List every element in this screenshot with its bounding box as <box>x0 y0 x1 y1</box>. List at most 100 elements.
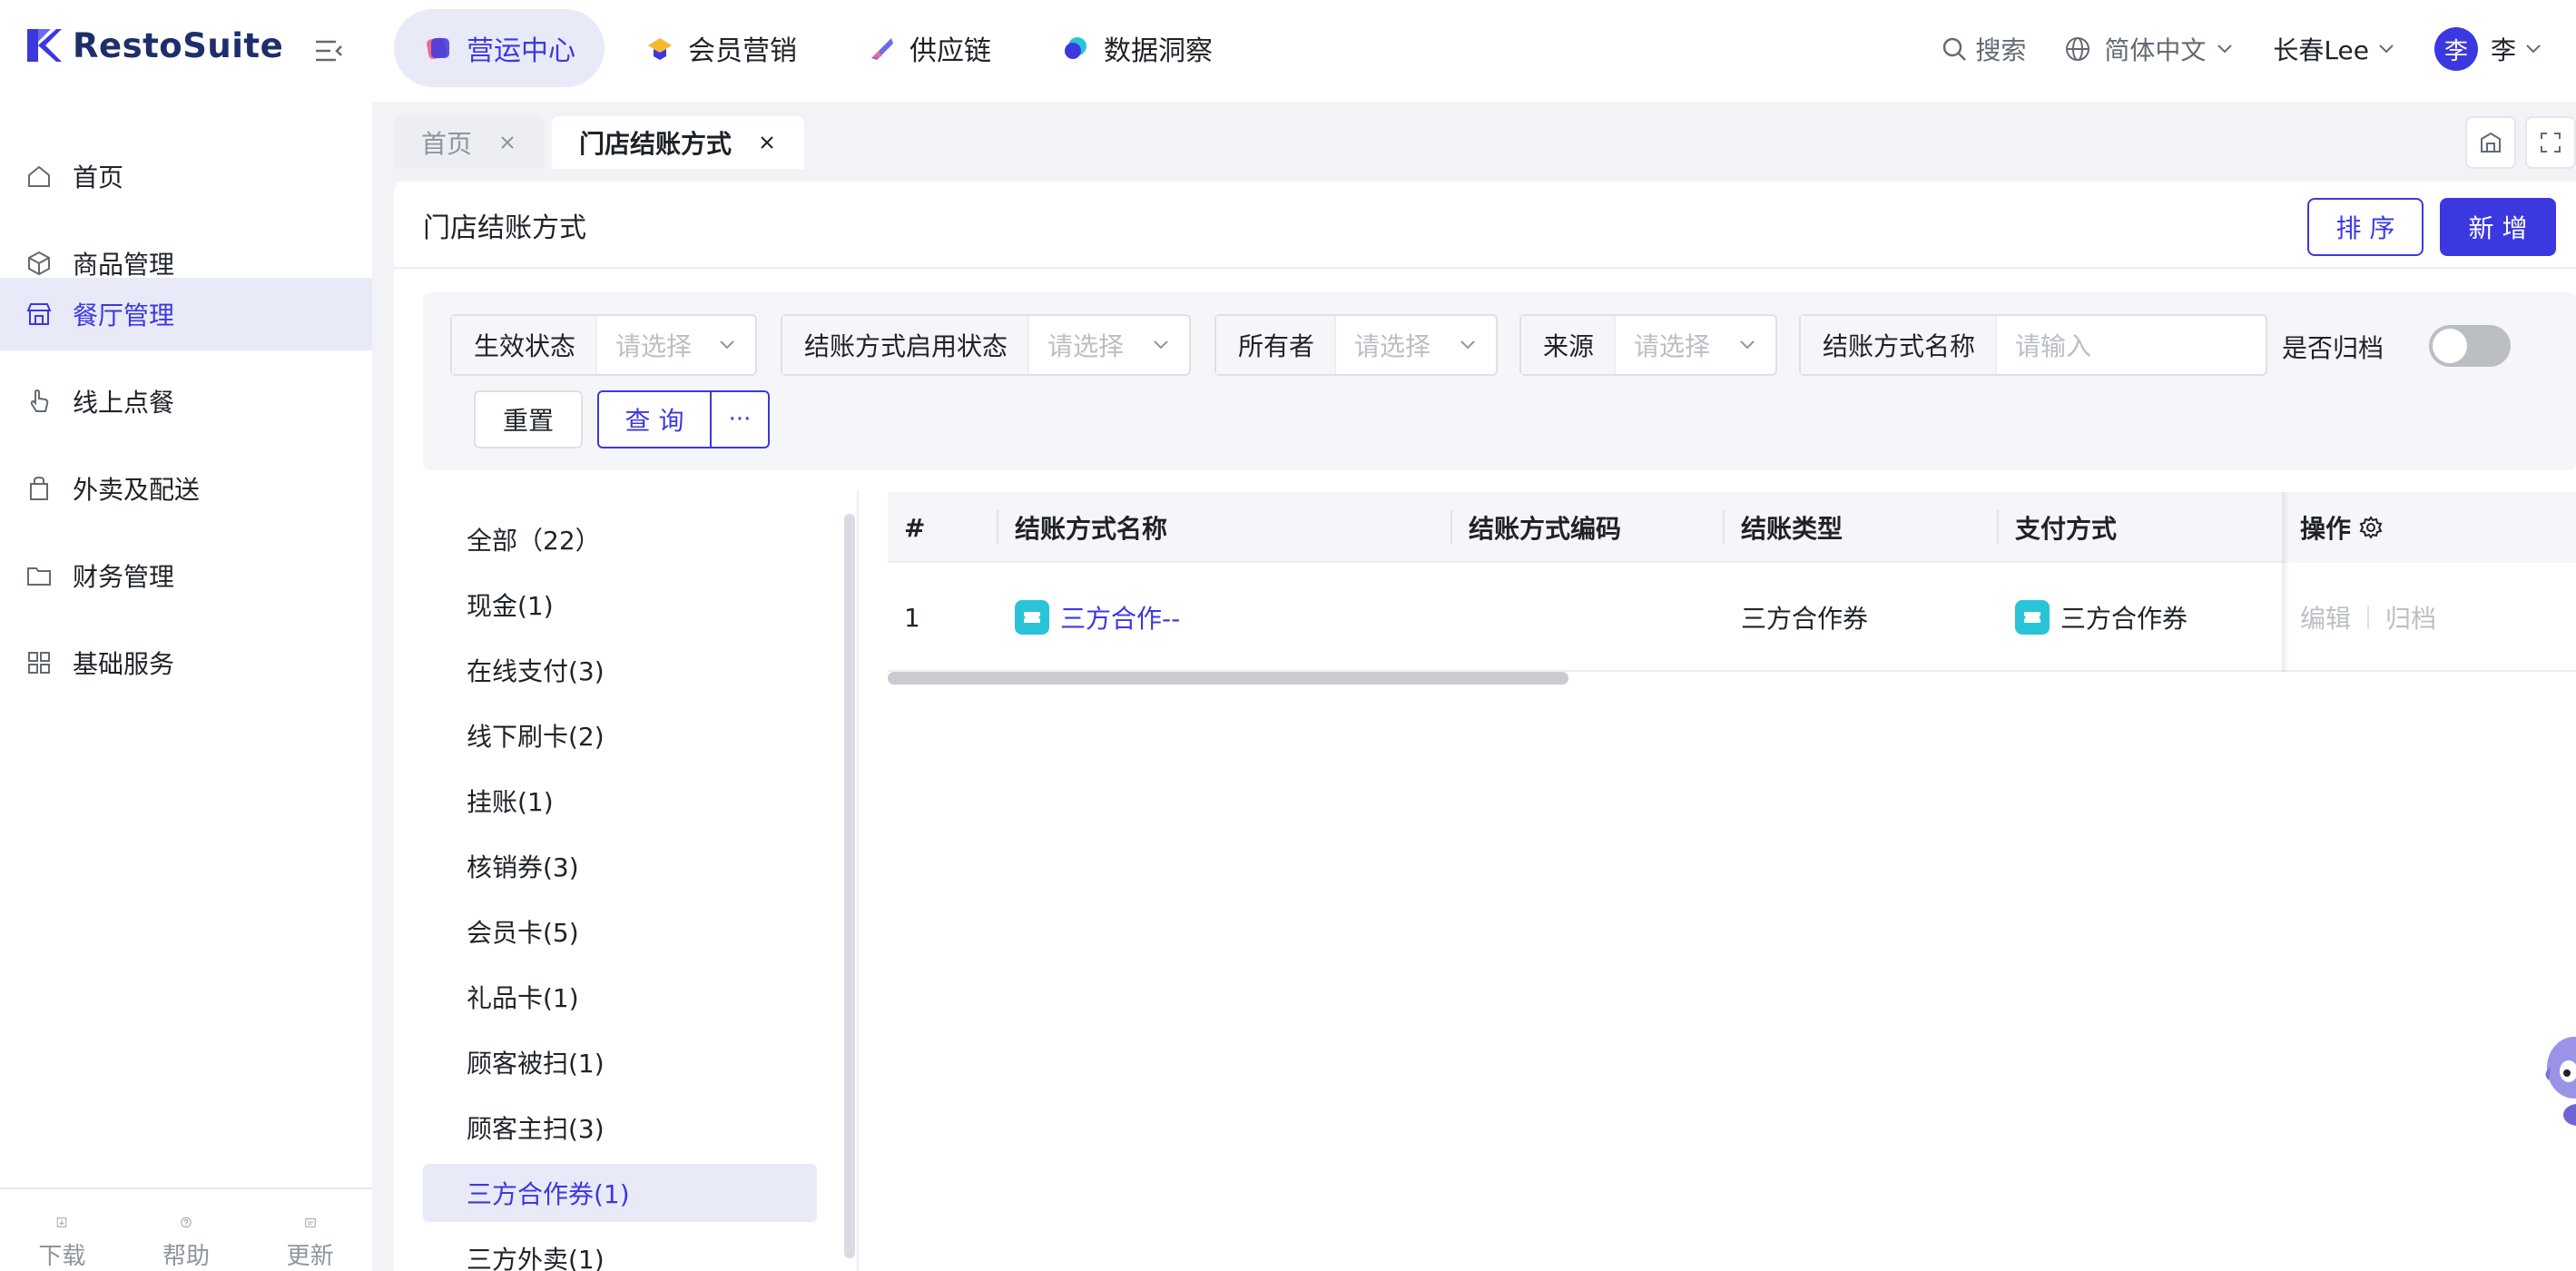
enable-status-filter-label: 结账方式启用状态 <box>782 316 1030 374</box>
split-divider <box>857 490 859 1271</box>
module-tab-member-marketing[interactable]: 会员营销 <box>615 9 826 87</box>
sidebar-item-label: 餐厅管理 <box>73 301 175 330</box>
table-header: # 结账方式名称 结账方式编码 结账类型 支付方式 操作 <box>888 492 2576 563</box>
edit-action[interactable]: 编辑 <box>2300 599 2351 636</box>
store-selector[interactable]: 长春Lee <box>2273 31 2396 67</box>
page-tab-checkout-methods[interactable]: 门店结账方式 <box>552 116 805 169</box>
user-name: 李 <box>2490 35 2516 65</box>
assistant-mascot-icon[interactable] <box>2538 1031 2576 1131</box>
store-icon <box>26 303 52 325</box>
folder-icon <box>27 567 51 586</box>
cell-name-link[interactable]: 三方合作-- <box>998 563 1452 672</box>
sidebar-item-restaurant[interactable]: 餐厅管理 <box>0 278 372 350</box>
collapse-sidebar-icon[interactable] <box>310 33 347 69</box>
category-item[interactable]: 顾客被扫(1) <box>423 1033 817 1091</box>
category-item[interactable]: 挂账(1) <box>423 772 817 830</box>
update-button[interactable]: 更新 <box>248 1189 372 1271</box>
module-tabs: 营运中心 会员营销 供应链 数据洞察 <box>394 9 1253 87</box>
sidebar-item-home[interactable]: 首页 <box>0 140 372 212</box>
help-label: 帮助 <box>162 1243 211 1270</box>
archive-action[interactable]: 归档 <box>2385 599 2436 636</box>
page-tab-home[interactable]: 首页 <box>394 116 546 169</box>
archive-toggle[interactable] <box>2429 325 2511 367</box>
search-label: 搜索 <box>1975 35 2027 65</box>
col-type: 结账类型 <box>1741 514 1844 544</box>
chevron-down-icon <box>1740 340 1755 350</box>
status-filter[interactable]: 生效状态 请选择 <box>450 314 757 376</box>
sidebar-item-label: 首页 <box>73 163 124 192</box>
table-row: 1 三方合作-- 三方合作券 三方合作券 编辑 归档 <box>888 563 2576 672</box>
table-horizontal-scrollbar[interactable] <box>888 672 1568 685</box>
download-button[interactable]: 下载 <box>0 1189 124 1271</box>
chevron-down-icon <box>2217 44 2233 54</box>
sidebar-item-label: 线上点餐 <box>73 388 175 418</box>
module-tab-ops-center[interactable]: 营运中心 <box>394 9 605 87</box>
name-filter[interactable]: 结账方式名称 请输入 <box>1799 314 2267 376</box>
help-icon <box>181 1217 192 1228</box>
module-tab-label: 供应链 <box>909 35 991 67</box>
category-item[interactable]: 礼品卡(1) <box>423 968 817 1026</box>
sidebar-item-delivery[interactable]: 外卖及配送 <box>0 452 372 525</box>
fullscreen-button[interactable] <box>2525 116 2576 169</box>
voucher-icon <box>1015 600 1049 635</box>
cell-payment-text: 三方合作券 <box>2060 604 2188 634</box>
cell-index: 1 <box>904 602 920 633</box>
add-button[interactable]: 新 增 <box>2440 198 2556 256</box>
archive-label: 是否归档 <box>2282 333 2384 363</box>
category-item-active[interactable]: 三方合作券(1) <box>423 1164 817 1222</box>
category-item[interactable]: 线下刷卡(2) <box>423 706 817 764</box>
language-label: 简体中文 <box>2104 35 2207 65</box>
refresh-page-button[interactable] <box>2465 116 2516 169</box>
brand-logo[interactable]: RestoSuite <box>24 25 283 65</box>
source-filter-placeholder: 请选择 <box>1634 331 1711 361</box>
building-icon <box>2481 132 2501 153</box>
page-tab-label: 首页 <box>421 129 473 159</box>
tab-tools <box>2456 116 2576 169</box>
category-item[interactable]: 会员卡(5) <box>423 902 817 961</box>
owner-filter-placeholder: 请选择 <box>1354 331 1431 361</box>
module-tab-data-insight[interactable]: 数据洞察 <box>1031 9 1242 87</box>
owner-filter[interactable]: 所有者 请选择 <box>1214 314 1498 376</box>
top-bar: RestoSuite 营运中心 会员营销 供应链 数据洞察 搜索 简体中文 长春… <box>0 0 2576 102</box>
help-button[interactable]: 帮助 <box>124 1189 249 1271</box>
sidebar-item-label: 基础服务 <box>73 649 175 679</box>
col-actions-label: 操作 <box>2300 514 2352 544</box>
close-icon[interactable] <box>497 133 517 153</box>
search-icon <box>1943 37 1967 61</box>
query-button[interactable]: 查 询 <box>599 392 712 447</box>
sidebar-item-label: 财务管理 <box>73 562 175 592</box>
more-filters-button[interactable]: ··· <box>712 392 768 447</box>
query-button-group: 查 询 ··· <box>597 390 770 448</box>
chevron-down-icon <box>2379 44 2394 54</box>
name-filter-input[interactable]: 请输入 <box>1997 327 2266 363</box>
close-icon[interactable] <box>757 133 777 153</box>
category-item[interactable]: 现金(1) <box>423 576 817 634</box>
language-selector[interactable]: 简体中文 <box>2064 31 2235 67</box>
user-menu[interactable]: 李 李 <box>2433 27 2543 71</box>
sidebar-item-basic-service[interactable]: 基础服务 <box>0 626 372 699</box>
category-scrollbar[interactable] <box>844 514 855 1258</box>
chevron-down-icon <box>1460 340 1475 350</box>
sidebar-item-label: 商品管理 <box>73 250 175 280</box>
checkout-table: # 结账方式名称 结账方式编码 结账类型 支付方式 操作 1 三方合作-- 三方… <box>888 492 2576 692</box>
sidebar-item-label: 外卖及配送 <box>73 475 201 505</box>
cell-actions: 编辑 归档 <box>2284 563 2576 672</box>
category-item[interactable]: 三方外卖(1) <box>423 1229 817 1271</box>
sort-button[interactable]: 排 序 <box>2307 198 2424 256</box>
status-filter-placeholder: 请选择 <box>615 331 693 361</box>
card-header: 门店结账方式 排 序 新 增 <box>394 182 2576 269</box>
sidebar-item-online-order[interactable]: 线上点餐 <box>0 365 372 438</box>
global-search[interactable]: 搜索 <box>1941 31 2026 67</box>
reset-button[interactable]: 重置 <box>474 390 583 448</box>
source-filter[interactable]: 来源 请选择 <box>1519 314 1777 376</box>
cell-name-text: 三方合作-- <box>1060 604 1181 634</box>
module-tab-supply-chain[interactable]: 供应链 <box>837 9 1020 87</box>
category-item[interactable]: 全部（22） <box>423 510 817 568</box>
settings-gear-icon[interactable] <box>2358 515 2384 540</box>
col-name: 结账方式名称 <box>1015 514 1168 544</box>
enable-status-filter[interactable]: 结账方式启用状态 请选择 <box>781 314 1191 376</box>
sidebar-item-finance[interactable]: 财务管理 <box>0 539 372 612</box>
category-item[interactable]: 核销券(3) <box>423 837 817 895</box>
category-item[interactable]: 在线支付(3) <box>423 641 817 699</box>
category-item[interactable]: 顾客主扫(3) <box>423 1099 817 1157</box>
